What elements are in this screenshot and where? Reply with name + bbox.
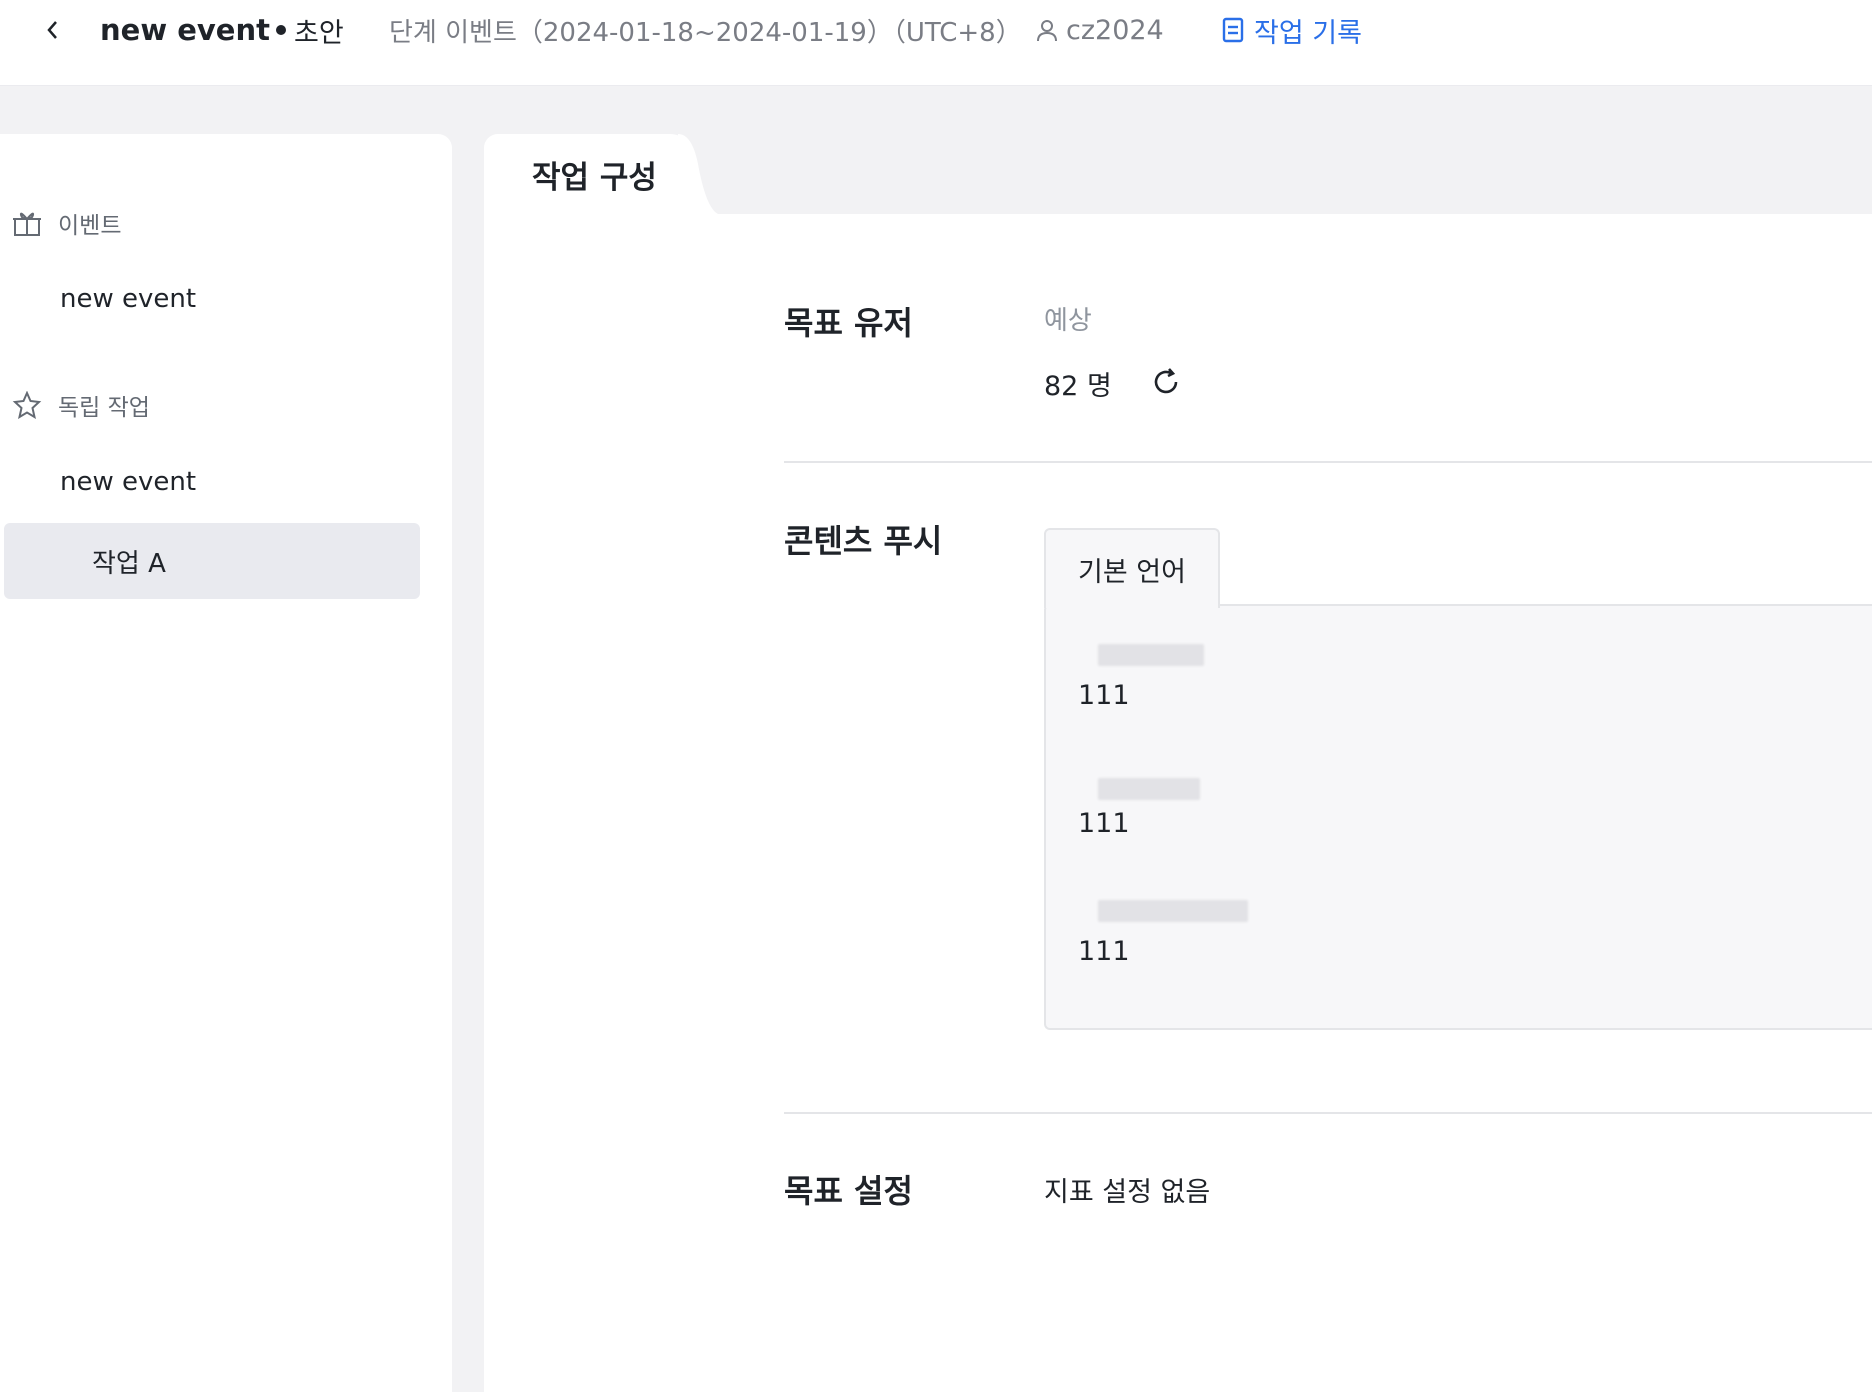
chevron-left-icon	[47, 21, 57, 39]
sidebar-item-task-group[interactable]: new event	[60, 467, 196, 497]
redacted-field-label	[1098, 900, 1248, 922]
main-panel: 작업 구성 목표 유저 예상 82 명 콘텐츠 푸시 기본 언어 111 111…	[484, 134, 1872, 1392]
sidebar-section-task-label: 독립 작업	[58, 395, 150, 421]
top-header: new event 초안 단계 이벤트（2024-01-18~2024-01-1…	[0, 0, 1872, 86]
sidebar-section-task: 독립 작업	[12, 388, 150, 422]
document-icon	[1222, 17, 1244, 43]
tab-default-language-label: 기본 언어	[1078, 557, 1186, 588]
goal-setting-label: 목표 설정	[784, 1172, 913, 1210]
tab-task-config-label: 작업 구성	[532, 160, 657, 196]
user-icon	[1037, 20, 1057, 42]
redacted-field-label	[1098, 778, 1200, 800]
content-push-panel	[1044, 604, 1872, 1030]
divider	[784, 1112, 1872, 1114]
goal-setting-value: 지표 설정 없음	[1044, 1177, 1211, 1208]
tab-curve-decoration	[678, 134, 718, 214]
sidebar-item-event[interactable]: new event	[60, 284, 196, 314]
tab-bar: 작업 구성	[484, 134, 1872, 214]
owner-info: cz2024	[1036, 10, 1164, 50]
sidebar-section-event: 이벤트	[12, 206, 121, 240]
back-button[interactable]	[40, 10, 64, 50]
sidebar: 이벤트 new event 독립 작업 new event 작업 A	[0, 134, 452, 1392]
estimate-value: 82 명	[1044, 371, 1112, 402]
content-item-value: 111	[1078, 936, 1130, 967]
stage-info: 단계 이벤트（2024-01-18~2024-01-19）（UTC+8）	[389, 17, 1022, 48]
task-log-link[interactable]: 작업 기록	[1222, 10, 1362, 50]
redacted-field-label	[1098, 644, 1204, 666]
sidebar-item-task-a[interactable]: 작업 A	[4, 523, 420, 599]
status-badge: 초안	[276, 10, 344, 50]
content-item-value: 111	[1078, 680, 1130, 711]
star-icon	[12, 391, 42, 419]
event-title: new event	[100, 13, 270, 47]
tab-joint	[1046, 602, 1218, 608]
owner-name: cz2024	[1066, 14, 1164, 46]
sidebar-section-event-label: 이벤트	[58, 213, 122, 239]
content-push-label: 콘텐츠 푸시	[784, 522, 943, 560]
refresh-icon[interactable]	[1150, 366, 1182, 398]
status-text: 초안	[294, 17, 344, 49]
target-users-label: 목표 유저	[784, 304, 913, 342]
tab-default-language[interactable]: 기본 언어	[1044, 528, 1220, 608]
content-item-value: 111	[1078, 808, 1130, 839]
estimate-label: 예상	[1044, 306, 1092, 336]
tab-task-config[interactable]: 작업 구성	[484, 134, 694, 214]
gift-icon	[13, 212, 41, 236]
sidebar-item-task-a-label: 작업 A	[92, 549, 166, 579]
divider	[784, 461, 1872, 463]
status-dot-icon	[276, 25, 286, 35]
task-log-label: 작업 기록	[1254, 17, 1362, 49]
